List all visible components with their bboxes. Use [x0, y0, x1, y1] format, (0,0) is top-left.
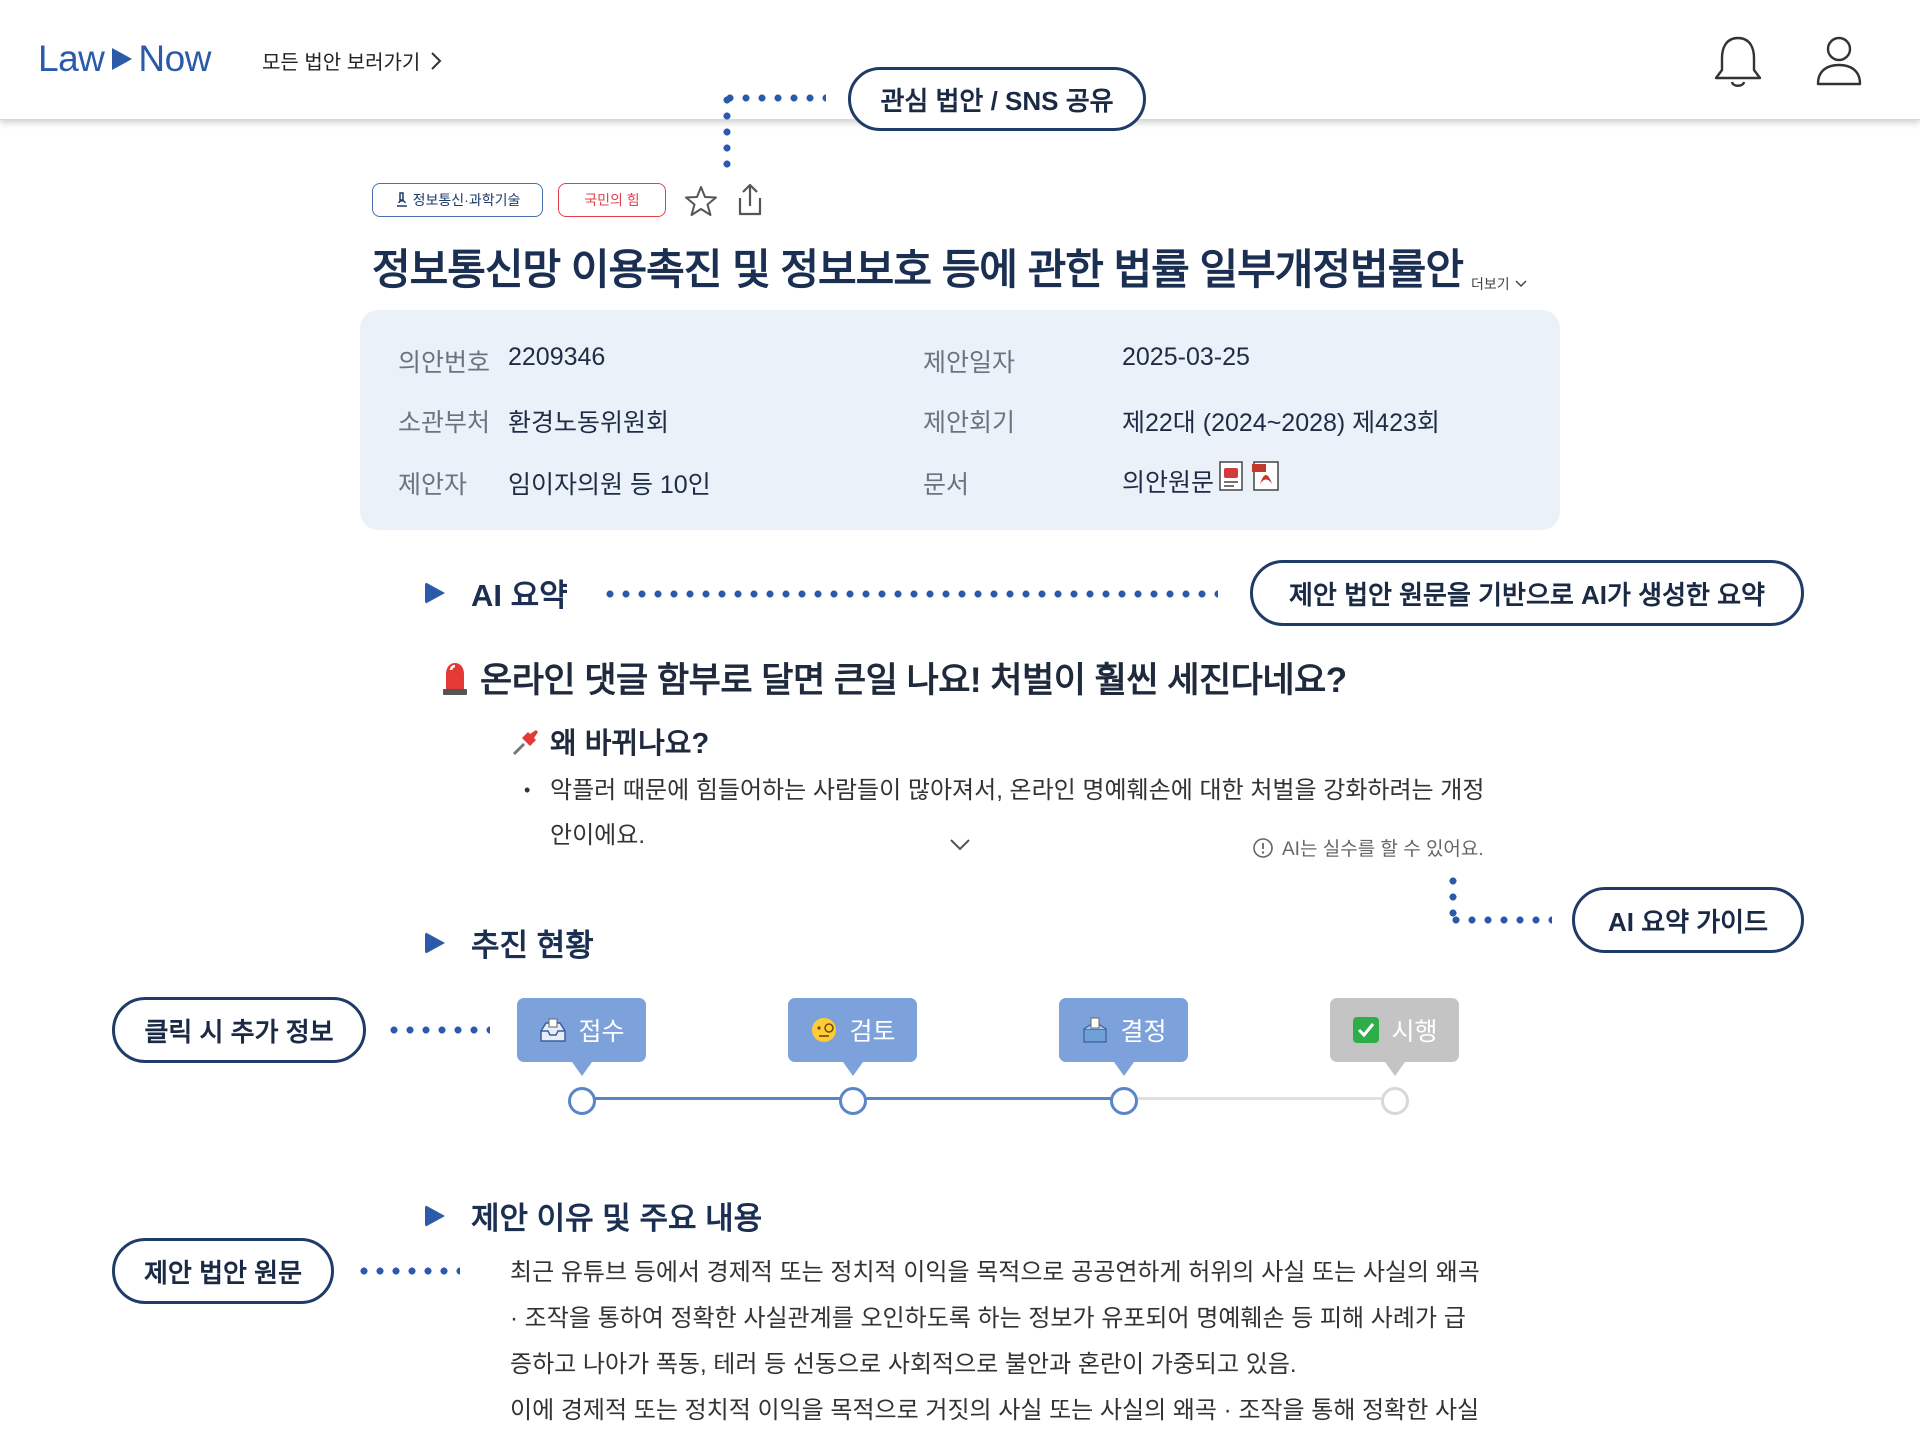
step-decision[interactable]: 결정 [1059, 998, 1188, 1062]
proposal-heading: 제안 이유 및 주요 내용 [425, 1193, 762, 1238]
date-label: 제안일자 [923, 349, 1016, 377]
doc-icons [1218, 460, 1282, 492]
ai-warning-text: AI는 실수를 할 수 있어요. [1282, 839, 1484, 860]
callout-connector [602, 590, 1218, 598]
step-enforcement[interactable]: 시행 [1330, 998, 1459, 1062]
all-bills-label: 모든 법안 보러가기 [262, 52, 421, 74]
monocle-face-icon [812, 1018, 837, 1042]
proposal-line: 최근 유튜브 등에서 경제적 또는 정치적 이익을 목적으로 공공연하게 허위의… [510, 1259, 1480, 1286]
info-circle-icon [1253, 837, 1273, 858]
all-bills-link[interactable]: 모든 법안 보러가기 [262, 46, 442, 75]
star-icon[interactable] [684, 184, 718, 218]
proposal-line: · 조작을 통하여 정확한 사실관계를 오인하도록 하는 정보가 유포되어 명예… [510, 1305, 1466, 1332]
inbox-tray-icon [540, 1018, 567, 1042]
user-icon[interactable] [1814, 34, 1864, 88]
proposal-line: 이에 경제적 또는 정치적 이익을 목적으로 거짓의 사실 또는 사실의 왜곡 … [510, 1397, 1480, 1424]
step-received-label: 접수 [578, 1018, 625, 1046]
step-node-review[interactable] [839, 1087, 867, 1115]
callout-share-label: 관심 법안 / SNS 공유 [880, 85, 1114, 116]
party-tag[interactable]: 국민의 힘 [558, 183, 666, 217]
expand-chevron-icon[interactable] [948, 836, 972, 854]
step-enforcement-label: 시행 [1391, 1018, 1438, 1046]
chevron-right-icon [431, 51, 442, 70]
more-toggle[interactable]: 더보기 [1471, 274, 1528, 294]
callout-original-label: 제안 법안 원문 [144, 1257, 302, 1288]
field-tag-label: 정보통신·과학기술 [412, 192, 521, 208]
doc-value[interactable]: 의안원문 [1122, 463, 1214, 499]
proposal-title: 제안 이유 및 주요 내용 [471, 1201, 763, 1236]
committee-value: 환경노동위원회 [508, 409, 670, 437]
step-received[interactable]: 접수 [517, 998, 646, 1062]
ai-summary-title: AI 요약 [471, 578, 568, 613]
ai-headline: 온라인 댓글 함부로 달면 큰일 나요! 처벌이 훨씬 세진다네요? [440, 652, 1347, 703]
callout-connector [1448, 916, 1552, 924]
ai-subheading: 왜 바뀌나요? [510, 720, 709, 762]
session-value: 제22대 (2024~2028) 제423회 [1122, 409, 1440, 437]
bill-title: 정보통신망 이용촉진 및 정보보호 등에 관한 법률 일부개정법률안 [372, 246, 1464, 293]
section-marker-icon [425, 931, 445, 954]
callout-ai-guide: AI 요약 가이드 [1572, 887, 1804, 953]
step-review[interactable]: 검토 [788, 998, 917, 1062]
step-decision-label: 결정 [1120, 1018, 1167, 1046]
check-mark-button-icon [1353, 1017, 1380, 1043]
logo-text-law: Law [38, 38, 105, 79]
party-tag-label: 국민의 힘 [584, 192, 640, 208]
bullet-dot: • [524, 780, 531, 800]
callout-ai-guide-label: AI 요약 가이드 [1607, 906, 1769, 937]
step-node-received[interactable] [568, 1087, 596, 1115]
share-icon[interactable] [733, 182, 767, 218]
section-marker-icon [425, 1204, 445, 1227]
step-node-enforcement[interactable] [1381, 1087, 1409, 1115]
doc-label: 문서 [923, 471, 970, 499]
committee-label: 소관부처 [398, 409, 491, 437]
callout-connector [356, 1267, 460, 1275]
step-node-decision[interactable] [1110, 1087, 1138, 1115]
session-label: 제안회기 [923, 409, 1016, 437]
logo-text-now: Now [138, 38, 211, 79]
pdf-file-icon[interactable] [1250, 460, 1282, 492]
callout-click-info: 클릭 시 추가 정보 [112, 997, 366, 1063]
hwp-file-icon[interactable] [1218, 460, 1248, 492]
field-tag[interactable]: 정보통신·과학기술 [372, 183, 543, 217]
ballot-box-icon [1083, 1017, 1108, 1043]
callout-ai-source-label: 제안 법안 원문을 기반으로 AI가 생성한 요약 [1289, 579, 1765, 610]
callout-connector [722, 94, 826, 102]
logo[interactable]: Law Now [38, 38, 211, 80]
bill-no-value: 2209346 [508, 343, 606, 371]
proposer-label: 제안자 [398, 471, 468, 499]
callout-ai-source: 제안 법안 원문을 기반으로 AI가 생성한 요약 [1250, 560, 1804, 626]
ai-headline-text: 온라인 댓글 함부로 달면 큰일 나요! 처벌이 훨씬 세진다네요? [480, 661, 1347, 700]
ai-warning: AI는 실수를 할 수 있어요. [1252, 834, 1484, 861]
chevron-down-icon [1515, 280, 1527, 288]
date-value: 2025-03-25 [1122, 343, 1250, 371]
bell-icon[interactable] [1712, 34, 1764, 90]
progress-track-inactive [1124, 1097, 1394, 1100]
callout-connector [723, 92, 731, 174]
play-icon [112, 48, 133, 70]
step-review-label: 검토 [849, 1018, 896, 1046]
progress-title: 추진 현황 [471, 928, 594, 963]
pushpin-icon [512, 730, 538, 756]
siren-icon [443, 662, 467, 695]
ai-summary-heading: AI 요약 [425, 570, 568, 615]
proposal-text: 최근 유튜브 등에서 경제적 또는 정치적 이익을 목적으로 공공연하게 허위의… [510, 1250, 1510, 1434]
callout-click-info-label: 클릭 시 추가 정보 [144, 1016, 334, 1047]
callout-connector [386, 1026, 490, 1034]
callout-original: 제안 법안 원문 [112, 1238, 334, 1304]
microscope-icon [396, 192, 407, 207]
proposer-value: 임이자의원 등 10인 [508, 471, 711, 499]
progress-heading: 추진 현황 [425, 920, 594, 965]
bill-no-label: 의안번호 [398, 349, 491, 377]
ai-subheading-text: 왜 바뀌나요? [550, 728, 710, 760]
section-marker-icon [425, 581, 445, 604]
callout-share: 관심 법안 / SNS 공유 [848, 67, 1146, 131]
more-label: 더보기 [1471, 276, 1510, 292]
proposal-line: 증하고 나아가 폭동, 테러 등 선동으로 사회적으로 불안과 혼란이 가중되고… [510, 1351, 1297, 1378]
